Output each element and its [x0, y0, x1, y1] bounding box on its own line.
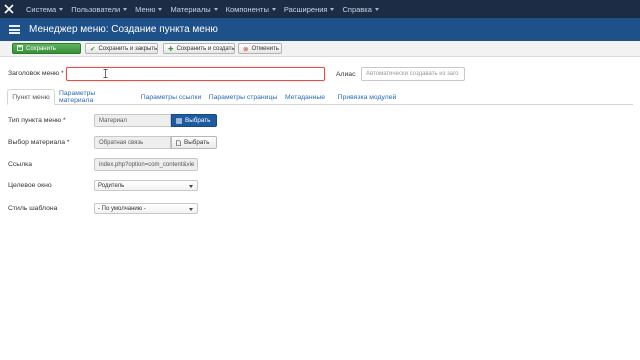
nav-item-menus[interactable]: Меню — [135, 4, 163, 14]
tab-page-options[interactable]: Параметры страницы — [206, 89, 280, 105]
chevron-down-icon — [189, 208, 193, 211]
target-window-select[interactable]: Родитель — [94, 180, 198, 191]
cancel-button-label: Отменить — [251, 45, 279, 52]
save-button-label: Сохранить — [26, 45, 56, 52]
chevron-down-icon — [271, 7, 276, 11]
nav-item-extensions[interactable]: Расширения — [284, 5, 335, 14]
menu-item-type-label-text: Тип пункта меню — [8, 117, 62, 124]
check-icon: ✔ — [90, 45, 96, 53]
select-type-label: Выбрать — [185, 117, 211, 124]
select-type-button[interactable]: Выбрать — [171, 114, 217, 127]
nav-item-label: Справка — [342, 4, 372, 14]
nav-item-system[interactable]: Система — [26, 4, 64, 14]
template-style-label: Стиль шаблона — [8, 205, 58, 212]
target-window-value: Родитель — [98, 182, 125, 189]
required-marker: * — [61, 70, 64, 77]
tab-menu-item[interactable]: Пункт меню — [7, 89, 55, 105]
chevron-down-icon — [374, 7, 379, 11]
cancel-circle-icon: ⊗ — [243, 45, 249, 53]
chevron-down-icon — [123, 7, 128, 11]
save-and-new-button[interactable]: ✚ Сохранить и создать — [163, 43, 235, 54]
nav-item-content[interactable]: Материалы — [170, 4, 218, 14]
chevron-down-icon — [330, 7, 335, 11]
page-title-bar: Менеджер меню: Создание пункта меню — [0, 18, 640, 41]
list-icon — [176, 118, 182, 123]
select-article-label: Выбор материала * — [8, 139, 70, 146]
save-and-close-button[interactable]: ✔ Сохранить и закрыть — [85, 43, 158, 54]
tab-link-options[interactable]: Параметры ссылки — [138, 89, 204, 105]
chevron-down-icon — [189, 185, 193, 188]
menu-item-type-field: Материал — [94, 114, 171, 127]
cancel-button[interactable]: ⊗ Отменить — [238, 43, 282, 54]
nav-item-label: Компоненты — [225, 4, 269, 14]
alias-input[interactable]: Автоматически создавать из заго — [361, 67, 465, 81]
chevron-down-icon — [213, 7, 218, 11]
save-and-close-label: Сохранить и закрыть — [98, 45, 158, 52]
nav-item-label: Расширения — [283, 4, 328, 14]
select-article-label-text: Выбор материала — [8, 139, 65, 146]
template-style-value: - По умолчанию - — [98, 205, 146, 212]
link-field: index.php?option=com_content&vie — [94, 158, 198, 171]
floppy-icon — [17, 44, 23, 53]
top-navigation-bar: Система Пользователи Меню Материалы Комп… — [0, 0, 640, 18]
chevron-down-icon — [59, 7, 64, 11]
selected-article-field: Обратная связь — [94, 136, 171, 149]
required-marker: * — [66, 139, 70, 146]
chevron-down-icon — [158, 7, 163, 11]
file-icon — [176, 139, 181, 146]
nav-item-components[interactable]: Компоненты — [226, 5, 276, 14]
tab-module-assignment[interactable]: Привязка модулей — [333, 89, 401, 105]
select-article-button[interactable]: Выбрать — [171, 136, 217, 149]
plus-icon: ✚ — [168, 45, 174, 53]
nav-item-help[interactable]: Справка — [342, 4, 379, 14]
menu-title-label-text: Заголовок меню — [8, 70, 60, 77]
tab-article-options[interactable]: Параметры материала — [59, 89, 130, 105]
save-and-new-label: Сохранить и создать — [176, 45, 235, 52]
link-label: Ссылка — [8, 161, 33, 168]
menu-title-label: Заголовок меню * — [8, 70, 64, 77]
page-title: Менеджер меню: Создание пункта меню — [29, 24, 218, 35]
save-button[interactable]: Сохранить — [12, 43, 81, 54]
template-style-select[interactable]: - По умолчанию - — [94, 203, 198, 214]
required-marker: * — [63, 117, 66, 124]
nav-item-label: Меню — [135, 4, 156, 14]
nav-item-label: Система — [26, 4, 57, 14]
select-article-label: Выбрать — [184, 139, 210, 146]
target-window-label: Целевое окно — [8, 182, 52, 189]
toolbar: Сохранить ✔ Сохранить и закрыть ✚ Сохран… — [0, 41, 640, 57]
nav-item-users[interactable]: Пользователи — [71, 4, 128, 14]
tab-metadata[interactable]: Метаданные — [283, 89, 327, 105]
nav-item-label: Материалы — [170, 4, 211, 14]
text-cursor-icon — [103, 69, 108, 78]
nav-item-label: Пользователи — [71, 4, 121, 14]
alias-label: Алиас — [336, 71, 356, 78]
menu-list-icon — [9, 25, 20, 34]
joomla-logo-icon[interactable] — [0, 0, 18, 18]
menu-item-type-label: Тип пункта меню * — [8, 117, 66, 124]
tab-bar: Пункт меню Параметры материала Параметры… — [7, 89, 633, 105]
